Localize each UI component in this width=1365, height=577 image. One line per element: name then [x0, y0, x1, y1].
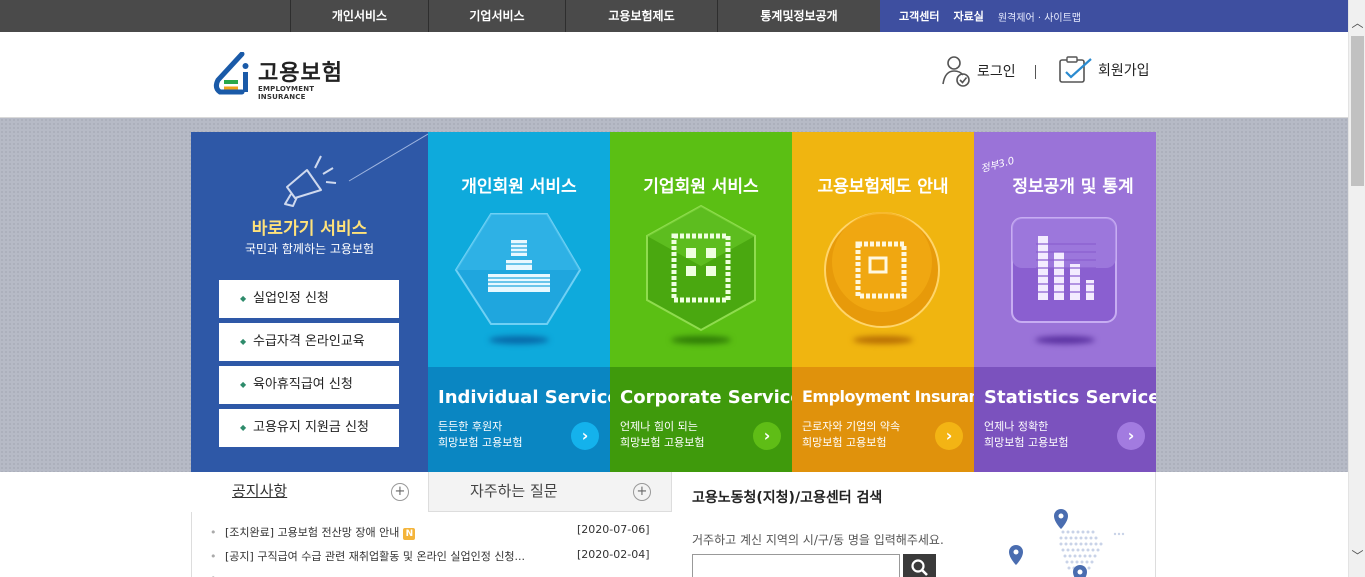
- scroll-up-arrow-icon[interactable]: ︿: [1349, 15, 1365, 32]
- join-clipboard-icon: [1059, 56, 1092, 83]
- office-search-hint: 거주하고 계신 지역의 시/구/동 명을 입력해주세요.: [692, 533, 944, 547]
- quick-btn-label: 고용유지 지원금 신청: [253, 420, 369, 435]
- building-hexagon-icon: [646, 204, 756, 332]
- join-link[interactable]: 회원가입: [1058, 54, 1150, 86]
- logo-english-text: EMPLOYMENT INSURANCE: [258, 85, 315, 101]
- notice-date: [2020-07-06]: [577, 523, 650, 536]
- tab-notice-label: 공지사항: [232, 482, 288, 500]
- chevron-right-icon[interactable]: ›: [571, 422, 599, 450]
- card-title: 개인회원 서비스: [461, 177, 577, 197]
- bar-chart-square-icon: [1011, 217, 1117, 323]
- logo-mark-icon: [213, 52, 249, 95]
- card-individual-service[interactable]: 개인회원 서비스 Individual Service 든든한 후원자 희망보험…: [428, 132, 610, 472]
- card-english-title: Statistics Service: [984, 387, 1156, 408]
- chevron-right-icon[interactable]: ›: [1117, 422, 1145, 450]
- menu-statistics[interactable]: 통계및정보공개: [717, 0, 880, 32]
- office-search-title: 고용노동청(지청)/고용센터 검색: [692, 490, 883, 506]
- top-navigation-bar: 개인서비스 기업서비스 고용보험제도 통계및정보공개 고객센터 자료실 원격제어…: [0, 0, 1348, 32]
- quick-service-panel: 바로가기 서비스 국민과 함께하는 고용보험 실업인정 신청 수급자격 온라인교…: [191, 132, 428, 472]
- login-user-icon: [942, 56, 970, 87]
- notice-item-partial[interactable]: [210, 572, 222, 577]
- site-logo[interactable]: 고용보험 EMPLOYMENT INSURANCE: [212, 52, 352, 101]
- tab-faq[interactable]: 자주하는 질문 +: [428, 472, 672, 512]
- quick-service-subtitle: 국민과 함께하는 고용보험: [244, 242, 375, 256]
- logo-korean-text: 고용보험: [258, 61, 343, 86]
- quick-service-title: 바로가기 서비스: [251, 219, 368, 239]
- menu-insurance-system[interactable]: 고용보험제도: [565, 0, 717, 32]
- card-desc-line1: 든든한 후원자: [438, 420, 503, 433]
- quick-btn-online-education[interactable]: 수급자격 온라인교육: [219, 323, 399, 361]
- quick-btn-label: 실업인정 신청: [253, 291, 329, 306]
- login-label: 로그인: [977, 64, 1016, 80]
- scrollbar-thumb[interactable]: [1351, 36, 1364, 186]
- notice-title: [공지] 구직급여 수급 관련 재취업활동 및 온라인 실업인정 신청...: [225, 550, 526, 563]
- card-corporate-service[interactable]: 기업회원 서비스 Corporate Service 언제나 힘이 되는 희망보…: [610, 132, 792, 472]
- document-circle-icon: [824, 212, 940, 328]
- card-desc-line2: 희망보험 고용보험: [438, 436, 523, 449]
- chevron-right-icon[interactable]: ›: [935, 422, 963, 450]
- card-desc-line2: 희망보험 고용보험: [620, 436, 705, 449]
- plus-icon[interactable]: +: [391, 483, 409, 501]
- card-title: 기업회원 서비스: [643, 177, 759, 197]
- notice-item[interactable]: [조치완료] 고용보험 전산망 장애 안내N: [210, 524, 416, 540]
- card-footer: Corporate Service 언제나 힘이 되는 희망보험 고용보험 ›: [610, 367, 792, 472]
- plus-icon[interactable]: +: [633, 483, 651, 501]
- card-desc-line2: 희망보험 고용보험: [802, 436, 887, 449]
- tab-faq-label: 자주하는 질문: [470, 482, 558, 500]
- menu-personal-service[interactable]: 개인서비스: [290, 0, 428, 32]
- notice-title: [조치완료] 고용보험 전산망 장애 안내: [225, 526, 400, 539]
- card-employment-insurance[interactable]: 고용보험제도 안내 Employment Insurance 근로자와 기업의 …: [792, 132, 974, 472]
- quick-btn-unemployment-recognition[interactable]: 실업인정 신청: [219, 280, 399, 318]
- card-desc-line1: 언제나 힘이 되는: [620, 420, 698, 433]
- new-badge: N: [403, 528, 416, 540]
- scroll-down-arrow-icon[interactable]: ﹀: [1349, 548, 1365, 565]
- card-english-title: Individual Service: [438, 387, 610, 408]
- search-icon: [911, 559, 928, 576]
- icon-shadow: [1035, 336, 1095, 344]
- card-desc-line1: 언제나 정확한: [984, 420, 1049, 433]
- card-english-title: Employment Insurance: [802, 387, 974, 406]
- card-title: 고용보험제도 안내: [817, 177, 949, 197]
- chevron-right-icon[interactable]: ›: [753, 422, 781, 450]
- utility-menu: 고객센터 자료실 원격제어 · 사이트맵: [880, 0, 1348, 32]
- card-desc-line1: 근로자와 기업의 약속: [802, 420, 901, 433]
- vertical-scrollbar[interactable]: ︿ ﹀: [1348, 0, 1365, 577]
- person-hexagon-icon: [454, 213, 582, 325]
- megaphone-icon: [284, 133, 428, 207]
- card-statistics-service[interactable]: 정부3.0 정보공개 및 통계 Statistics Service 언제나 정…: [974, 132, 1156, 472]
- icon-shadow: [489, 336, 549, 344]
- login-link[interactable]: 로그인: [941, 54, 1016, 88]
- quick-btn-label: 육아휴직급여 신청: [253, 377, 353, 392]
- office-search-input[interactable]: [692, 554, 900, 577]
- search-button[interactable]: [903, 554, 936, 577]
- auth-divider: [1035, 65, 1036, 79]
- korea-map-icon: [1009, 509, 1125, 577]
- join-label: 회원가입: [1098, 63, 1150, 79]
- quick-btn-parental-leave[interactable]: 육아휴직급여 신청: [219, 366, 399, 404]
- card-footer: Individual Service 든든한 후원자 희망보험 고용보험 ›: [428, 367, 610, 472]
- icon-shadow: [853, 336, 913, 344]
- customer-center-link[interactable]: 고객센터: [899, 8, 939, 24]
- menu-corporate-service[interactable]: 기업서비스: [428, 0, 565, 32]
- site-header: 고용보험 EMPLOYMENT INSURANCE 로그인 회원가입: [0, 32, 1348, 118]
- card-footer: Statistics Service 언제나 정확한 희망보험 고용보험 ›: [974, 367, 1156, 472]
- card-footer: Employment Insurance 근로자와 기업의 약속 희망보험 고용…: [792, 367, 974, 472]
- main-menu: 개인서비스 기업서비스 고용보험제도 통계및정보공개: [290, 0, 880, 32]
- notice-date: [2020-02-04]: [577, 548, 650, 561]
- notice-item[interactable]: [공지] 구직급여 수급 관련 재취업활동 및 온라인 실업인정 신청...: [210, 548, 525, 564]
- card-desc-line2: 희망보험 고용보험: [984, 436, 1069, 449]
- icon-shadow: [671, 336, 731, 344]
- card-title: 정보공개 및 통계: [1012, 177, 1134, 197]
- resources-link[interactable]: 자료실: [953, 8, 983, 24]
- tab-notice[interactable]: 공지사항 +: [191, 472, 428, 512]
- quick-btn-label: 수급자격 온라인교육: [253, 334, 365, 349]
- quick-btn-employment-retention[interactable]: 고용유지 지원금 신청: [219, 409, 399, 447]
- remote-sitemap-links[interactable]: 원격제어 · 사이트맵: [998, 9, 1081, 24]
- card-english-title: Corporate Service: [620, 387, 792, 408]
